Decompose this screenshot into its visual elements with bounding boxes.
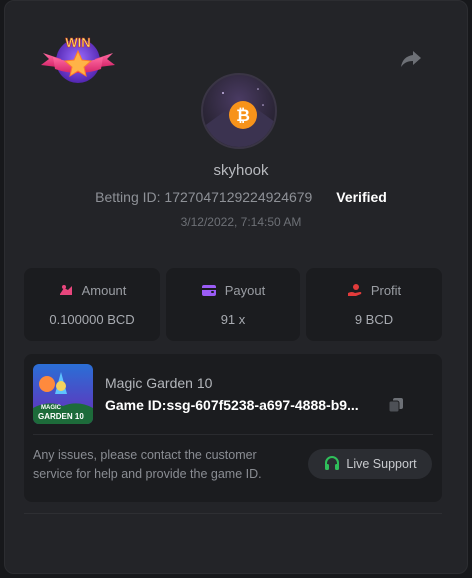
bet-timestamp: 3/12/2022, 7:14:50 AM	[180, 215, 302, 229]
stat-amount-value: 0.100000 BCD	[49, 312, 135, 327]
copy-icon[interactable]	[388, 397, 404, 413]
betting-id: Betting ID: 1727047129224924679	[95, 189, 313, 205]
avatar: ₿	[201, 73, 277, 149]
live-support-button[interactable]: Live Support	[308, 449, 432, 479]
stat-amount-label: Amount	[81, 282, 127, 298]
svg-text:GARDEN 10: GARDEN 10	[38, 412, 84, 421]
bet-detail-panel: WIN ₿ skyhook Betting ID: 17270471292249…	[4, 0, 468, 574]
bitcoin-avatar-icon: ₿	[203, 88, 275, 147]
support-message: Any issues, please contact the customer …	[33, 448, 262, 481]
stat-payout-label: Payout	[224, 282, 266, 298]
verified-label: Verified	[336, 189, 387, 205]
stat-payout: Payout 91 x	[166, 268, 300, 341]
game-card: MAGIC GARDEN 10 Magic Garden 10 Game ID:…	[24, 354, 442, 502]
stat-amount: Amount 0.100000 BCD	[24, 268, 160, 341]
svg-text:MAGIC: MAGIC	[41, 405, 62, 411]
username: skyhook	[213, 162, 269, 179]
win-badge-icon: WIN	[41, 35, 115, 83]
wallet-icon	[201, 285, 216, 296]
game-name: Magic Garden 10	[105, 375, 213, 391]
stat-profit-value: 9 BCD	[354, 312, 394, 327]
profit-icon	[347, 284, 362, 296]
stat-profit-label: Profit	[370, 282, 402, 298]
bottom-divider	[24, 513, 442, 514]
live-support-label: Live Support	[346, 457, 417, 471]
betting-id-row: Betting ID: 1727047129224924679 Verified	[5, 189, 472, 205]
stat-payout-value: 91 x	[220, 312, 246, 327]
stat-profit: Profit 9 BCD	[306, 268, 442, 341]
svg-text:₿: ₿	[236, 106, 250, 125]
amount-icon	[59, 285, 72, 295]
card-divider	[33, 434, 433, 435]
share-icon[interactable]	[400, 49, 422, 69]
game-thumbnail[interactable]: MAGIC GARDEN 10	[33, 364, 93, 424]
game-id: Game ID:ssg-607f5238-a697-4888-b9...	[105, 397, 359, 413]
win-badge-text: WIN	[65, 35, 90, 50]
headset-icon	[325, 456, 340, 470]
